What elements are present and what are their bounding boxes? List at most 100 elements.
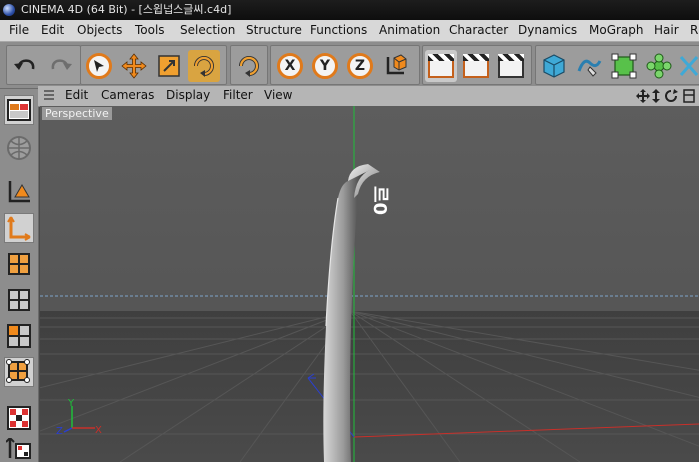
x-axis-icon: X xyxy=(277,53,303,79)
edges-mode-icon xyxy=(7,324,31,348)
move-icon xyxy=(121,53,147,79)
gizmo-y-label: Y xyxy=(67,398,75,409)
rotate-icon xyxy=(194,56,214,77)
recent-tool-group xyxy=(230,45,268,85)
undo-button[interactable] xyxy=(9,50,41,82)
render-picture-viewer-button[interactable] xyxy=(460,50,492,82)
render-view-icon xyxy=(428,54,454,78)
grid-globe-icon xyxy=(7,136,31,160)
scale-icon xyxy=(158,55,180,77)
axis-mode-button[interactable] xyxy=(4,437,34,461)
viewport-camera-label[interactable]: Perspective xyxy=(42,107,112,120)
polygons-mode-button[interactable] xyxy=(4,357,34,387)
viewport-menu-cameras[interactable]: Cameras xyxy=(101,88,154,102)
viewport-menu-edit[interactable]: Edit xyxy=(65,88,88,102)
texture-mode-button[interactable] xyxy=(4,249,34,279)
render-view-button[interactable] xyxy=(425,50,457,82)
live-selection-button[interactable] xyxy=(83,50,115,82)
x-axis-lock-button[interactable]: X xyxy=(274,50,306,82)
points-grid-icon xyxy=(8,289,30,311)
live-selection-icon xyxy=(86,53,112,79)
menu-dynamics[interactable]: Dynamics xyxy=(518,23,577,37)
window-title: CINEMA 4D (64 Bit) - [스윕넙스글씨.c4d] xyxy=(21,3,232,16)
model-mode-button[interactable] xyxy=(4,177,34,207)
viewport-menubar: Edit Cameras Display Filter View xyxy=(38,86,699,107)
points-mode-button[interactable] xyxy=(4,285,34,315)
move-button[interactable] xyxy=(118,50,150,82)
rotate-icon xyxy=(239,56,259,77)
menu-structure[interactable]: Structure xyxy=(246,23,302,37)
dolly-icon[interactable] xyxy=(652,89,660,103)
gizmo-z-label: Z xyxy=(56,426,63,437)
axis-mode-icon xyxy=(6,438,31,459)
menu-animation[interactable]: Animation xyxy=(379,23,440,37)
redo-button[interactable] xyxy=(45,50,77,82)
axis-lock-group: X Y Z xyxy=(270,45,420,85)
perspective-viewport[interactable]: 르0 Y X Z Perspective xyxy=(40,106,699,462)
cube-icon xyxy=(543,54,565,78)
undo-icon xyxy=(14,59,35,70)
menu-render[interactable]: R xyxy=(690,23,698,37)
add-deformer-button[interactable] xyxy=(678,50,699,82)
menu-functions[interactable]: Functions xyxy=(310,23,367,37)
menu-mograph[interactable]: MoGraph xyxy=(589,23,644,37)
object-creation-group xyxy=(535,45,699,85)
edges-mode-button[interactable] xyxy=(4,321,34,351)
viewport-menu-view[interactable]: View xyxy=(264,88,292,102)
texture-grid-icon xyxy=(8,253,30,275)
render-settings-button[interactable] xyxy=(495,50,527,82)
checker-icon xyxy=(7,406,31,430)
orbit-icon[interactable] xyxy=(665,89,678,102)
y-axis-lock-button[interactable]: Y xyxy=(309,50,341,82)
z-axis-icon: Z xyxy=(347,53,373,79)
main-menubar: File Edit Objects Tools Selection Struct… xyxy=(0,20,699,42)
object-mode-button[interactable] xyxy=(4,213,34,243)
coordinate-system-icon xyxy=(386,54,407,75)
z-axis-lock-button[interactable]: Z xyxy=(344,50,376,82)
viewport-menu-filter[interactable]: Filter xyxy=(223,88,253,102)
menu-character[interactable]: Character xyxy=(449,23,508,37)
viewport-navigation-icons xyxy=(636,89,695,103)
menu-objects[interactable]: Objects xyxy=(77,23,122,37)
render-settings-icon xyxy=(498,54,524,78)
add-nurbs-button[interactable] xyxy=(608,50,640,82)
workplane-mode-button[interactable] xyxy=(4,133,34,163)
array-flower-icon xyxy=(646,53,672,79)
menu-file[interactable]: File xyxy=(9,23,29,37)
tools-group xyxy=(80,45,227,85)
viewport-menu-display[interactable]: Display xyxy=(166,88,210,102)
add-array-button[interactable] xyxy=(643,50,675,82)
mode-palette xyxy=(0,89,39,462)
nurbs-cube-icon xyxy=(611,53,637,79)
render-group xyxy=(422,45,532,85)
viewport-scene: 르0 Y X Z xyxy=(40,106,699,462)
deformer-icon xyxy=(679,56,699,76)
pan-icon[interactable] xyxy=(636,89,650,103)
maximize-view-icon[interactable] xyxy=(683,89,695,103)
redo-icon xyxy=(51,59,72,70)
add-spline-button[interactable] xyxy=(573,50,605,82)
cinema4d-logo-icon xyxy=(3,4,15,16)
object-axis-icon xyxy=(7,216,31,241)
scale-button[interactable] xyxy=(153,50,185,82)
gizmo-x-label: X xyxy=(95,425,102,436)
spline-pen-icon xyxy=(577,59,602,77)
y-axis-icon: Y xyxy=(312,53,338,79)
use-camera-mode-button[interactable] xyxy=(4,95,34,125)
model-mode-icon xyxy=(8,181,30,203)
tweak-mode-button[interactable] xyxy=(4,403,34,433)
menu-hair[interactable]: Hair xyxy=(654,23,679,37)
window-titlebar: CINEMA 4D (64 Bit) - [스윕넙스글씨.c4d] xyxy=(0,0,699,20)
rotate-button[interactable] xyxy=(188,50,220,82)
render-picture-viewer-icon xyxy=(463,54,489,78)
menu-selection[interactable]: Selection xyxy=(180,23,235,37)
coordinate-system-button[interactable] xyxy=(379,50,411,82)
drag-grip-icon[interactable] xyxy=(44,90,54,102)
extruded-text-label: 르0 xyxy=(369,186,390,215)
ground-plane xyxy=(40,311,699,462)
menu-edit[interactable]: Edit xyxy=(41,23,64,37)
menu-tools[interactable]: Tools xyxy=(135,23,165,37)
recent-rotate-button[interactable] xyxy=(233,50,265,82)
add-cube-button[interactable] xyxy=(538,50,570,82)
main-toolbar: X Y Z xyxy=(0,42,699,89)
